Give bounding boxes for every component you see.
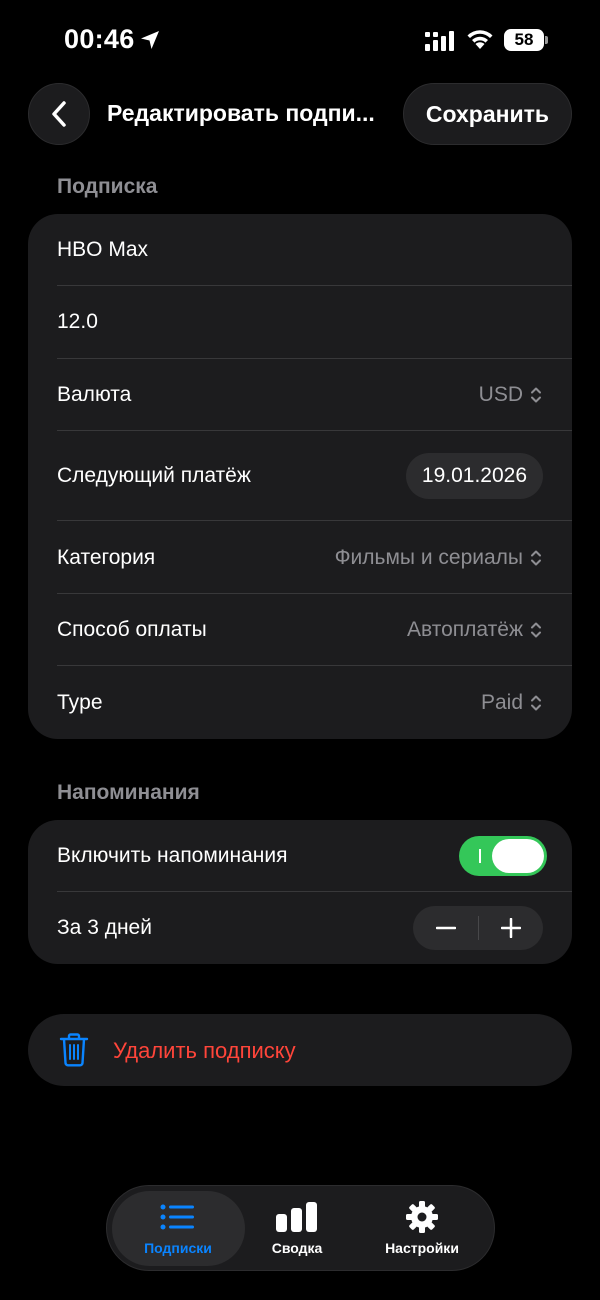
minus-icon: [435, 926, 456, 930]
reminder-days-label: За 3 дней: [57, 916, 152, 939]
gear-icon: [406, 1201, 438, 1233]
category-picker[interactable]: Фильмы и сериалы: [335, 546, 543, 570]
subscription-card: HBO Max 12.0 Валюта USD Следующий платёж…: [28, 214, 572, 739]
payment-method-label: Способ оплаты: [57, 618, 207, 641]
type-picker[interactable]: Paid: [481, 691, 543, 715]
reminder-days-stepper[interactable]: [413, 906, 543, 950]
chart-icon: [276, 1202, 317, 1232]
currency-row[interactable]: Валюта USD: [57, 359, 543, 431]
category-label: Категория: [57, 545, 156, 569]
chevron-left-icon: [52, 101, 66, 127]
battery-level: 58: [504, 29, 544, 51]
enable-reminders-label: Включить напоминания: [57, 844, 288, 867]
payment-method-picker[interactable]: Автоплатёж: [407, 618, 543, 642]
chevron-updown-icon: [531, 387, 541, 403]
location-arrow-icon: [141, 31, 159, 49]
chevron-updown-icon: [531, 550, 541, 565]
price-field-value[interactable]: 12.0: [57, 310, 98, 334]
trash-icon: [59, 1033, 89, 1067]
category-value: Фильмы и сериалы: [334, 545, 523, 569]
reminders-card: Включить напоминания За 3 дней: [28, 820, 572, 964]
type-value: Paid: [480, 690, 523, 714]
save-button[interactable]: Сохранить: [403, 83, 572, 145]
currency-value: USD: [478, 383, 523, 406]
tab-subscriptions-label: Подписки: [144, 1240, 212, 1256]
section-header-subscription: Подписка: [57, 175, 158, 198]
tab-subscriptions[interactable]: Подписки: [118, 1200, 238, 1256]
status-bar: 00:46 58: [0, 0, 600, 80]
decrement-button[interactable]: [413, 906, 478, 950]
tab-settings-label: Настройки: [385, 1240, 459, 1256]
currency-picker[interactable]: USD: [479, 383, 543, 407]
next-payment-label: Следующий платёж: [57, 464, 251, 487]
battery-indicator: 58: [504, 29, 548, 51]
currency-label: Валюта: [57, 383, 132, 406]
next-payment-row: Следующий платёж 19.01.2026: [57, 431, 543, 521]
payment-method-value: Автоплатёж: [407, 618, 523, 641]
status-time: 00:46: [64, 24, 135, 54]
delete-subscription-label: Удалить подписку: [113, 1038, 296, 1063]
tab-summary[interactable]: Сводка: [237, 1200, 357, 1256]
category-row[interactable]: Категория Фильмы и сериалы: [57, 521, 543, 594]
increment-button[interactable]: [478, 906, 543, 950]
enable-reminders-toggle[interactable]: [459, 836, 547, 876]
payment-method-row[interactable]: Способ оплаты Автоплатёж: [57, 594, 543, 666]
page-title: Редактировать подпи...: [107, 100, 375, 126]
next-payment-date-picker[interactable]: 19.01.2026: [405, 453, 543, 499]
list-icon: [160, 1204, 194, 1230]
delete-subscription-button[interactable]: Удалить подписку: [28, 1014, 572, 1086]
enable-reminders-row: Включить напоминания: [57, 820, 547, 892]
tab-bar: Подписки Сводка Настройки: [106, 1185, 495, 1271]
cellular-signal-icon: [425, 31, 454, 51]
name-field[interactable]: HBO Max: [57, 214, 543, 286]
back-button[interactable]: [28, 83, 90, 145]
chevron-updown-icon: [531, 695, 541, 710]
section-header-reminders: Напоминания: [57, 781, 200, 804]
price-field[interactable]: 12.0: [57, 286, 543, 358]
plus-icon: [500, 918, 521, 938]
tab-settings[interactable]: Настройки: [362, 1200, 482, 1256]
name-field-value[interactable]: HBO Max: [57, 238, 148, 262]
toggle-knob: [492, 839, 544, 873]
type-label: Type: [57, 690, 103, 714]
wifi-icon: [467, 30, 493, 49]
type-row[interactable]: Type Paid: [57, 666, 543, 739]
reminder-days-row: За 3 дней: [57, 892, 543, 964]
tab-summary-label: Сводка: [271, 1240, 323, 1256]
chevron-updown-icon: [531, 622, 541, 638]
